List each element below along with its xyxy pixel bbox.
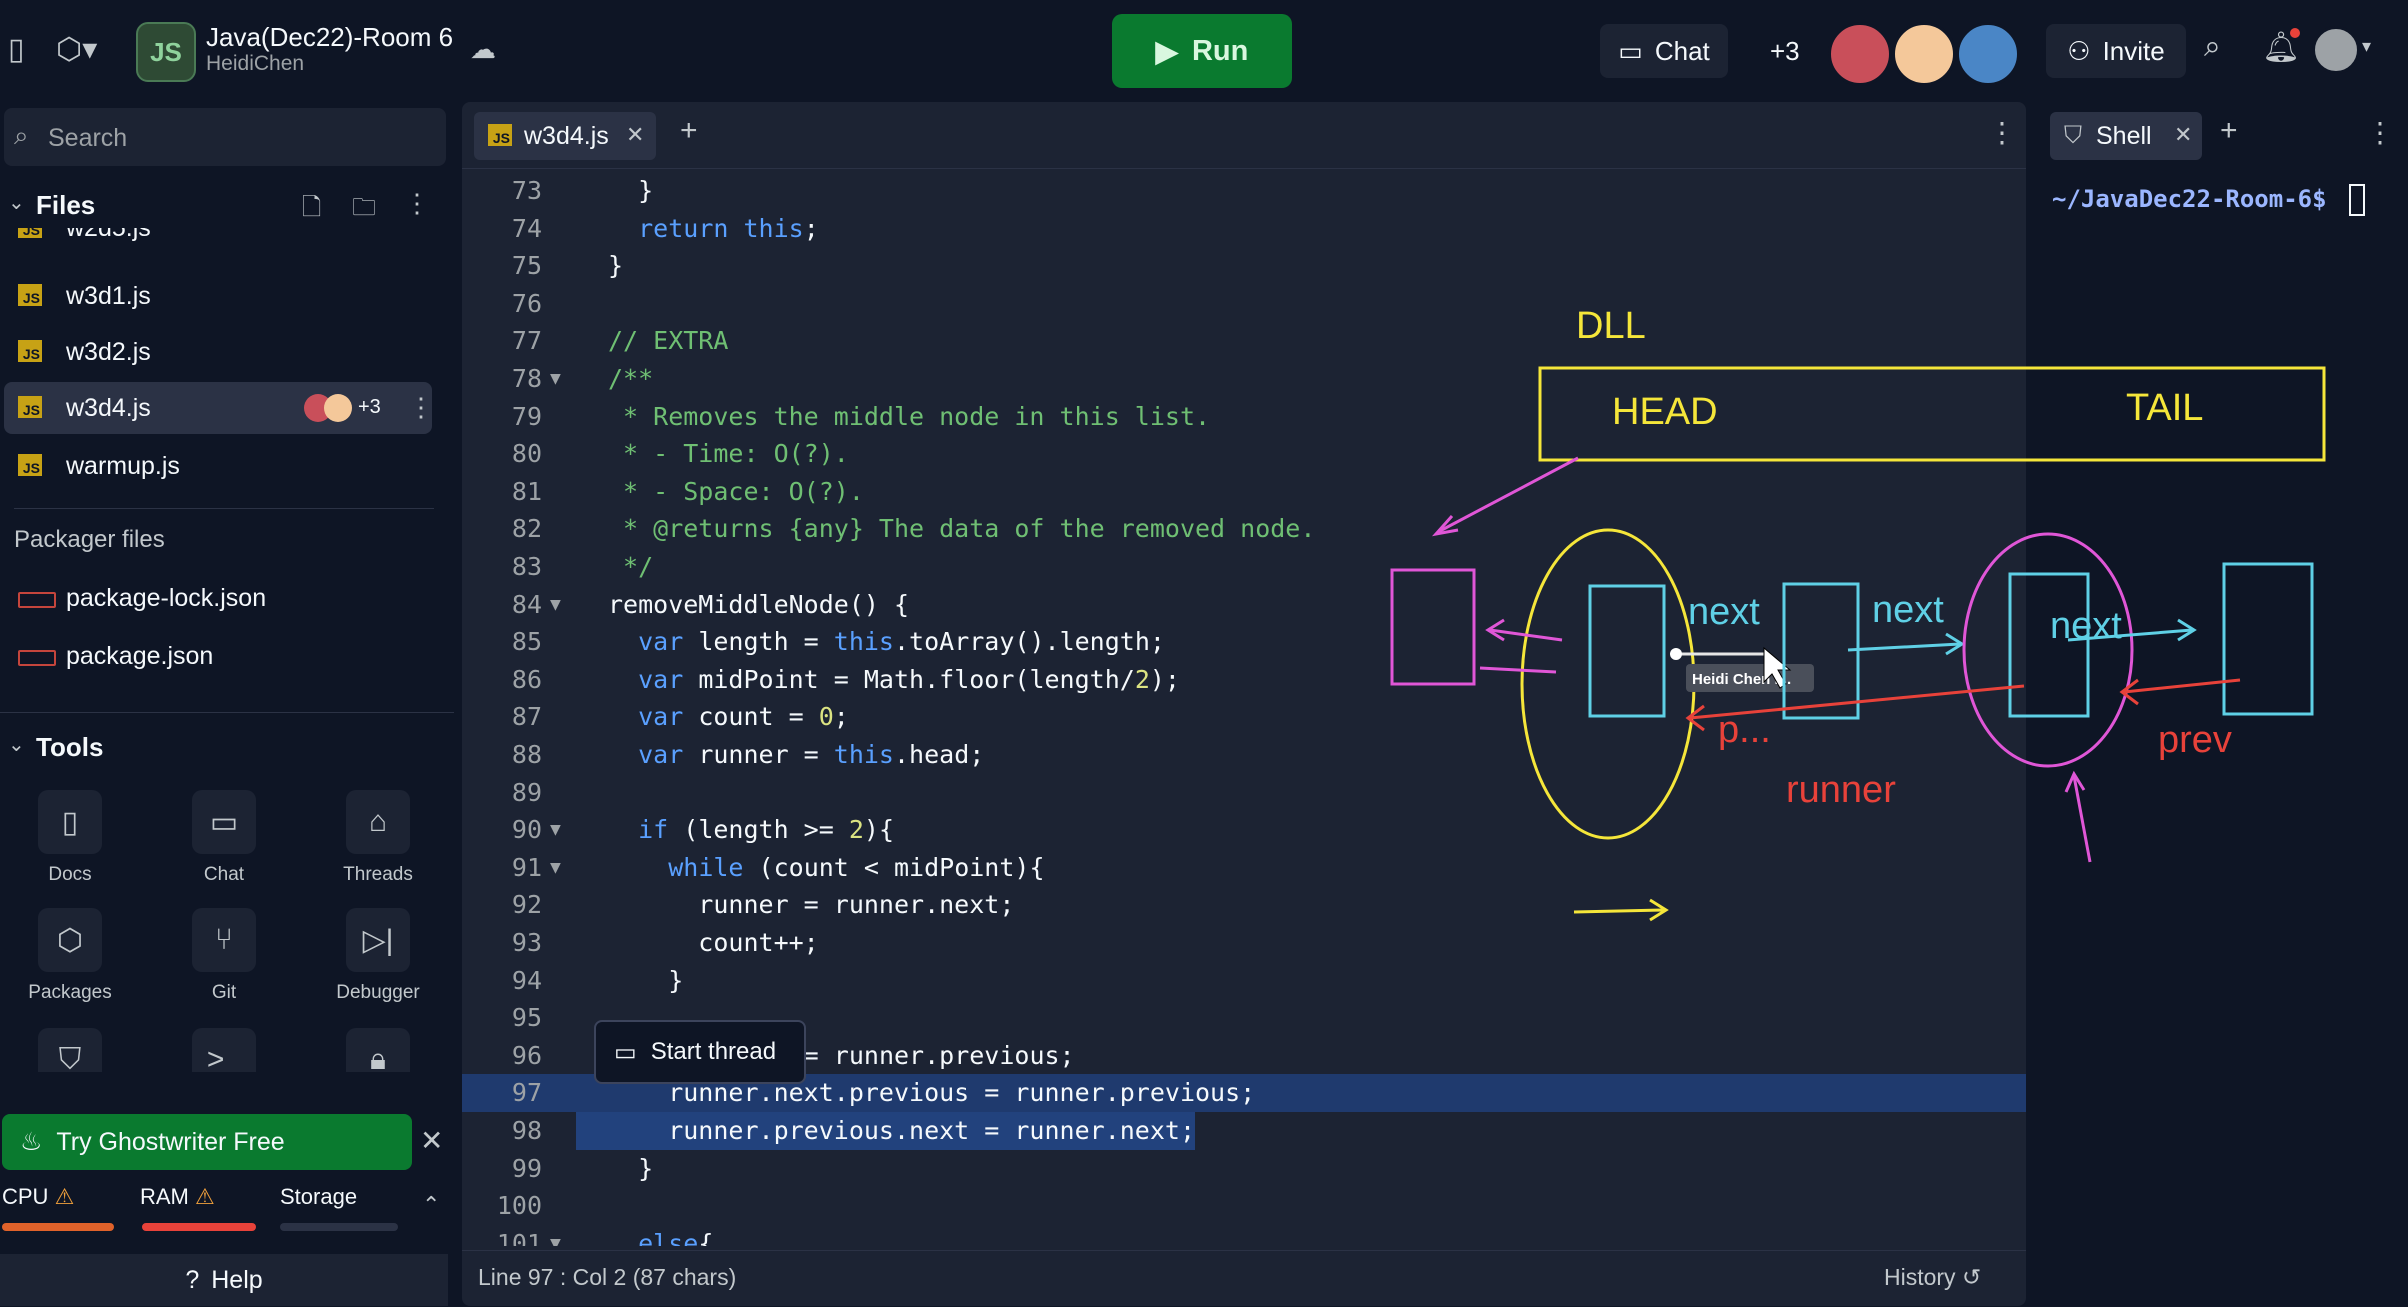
head-label: HEAD [1612,391,1718,433]
prev-label: prev [2158,719,2232,761]
next-arrow [1479,666,1557,674]
next-label: next [1872,589,1944,631]
head-pointer [1437,456,1579,534]
node-box [1390,568,1476,686]
node-box [1782,582,1860,720]
runner-label: runner [1786,769,1896,811]
node-box [2222,562,2314,716]
tail-label: TAIL [2126,387,2203,429]
node-box [1588,584,1666,718]
whiteboard-drawing: DLL HEAD TAIL next Heidi Chen I... next … [1390,305,2326,922]
yellow-arrow [1573,908,1665,914]
next-arrow [1847,642,1961,652]
next-label: next [1688,591,1760,633]
dll-label: DLL [1576,305,1646,347]
node-circle [1520,528,1696,840]
arrow-head [1431,515,1459,537]
node-circle [1962,532,2134,768]
p-label: p... [1718,709,1771,751]
node-dot [1670,648,1682,660]
next-label: next [2050,605,2122,647]
